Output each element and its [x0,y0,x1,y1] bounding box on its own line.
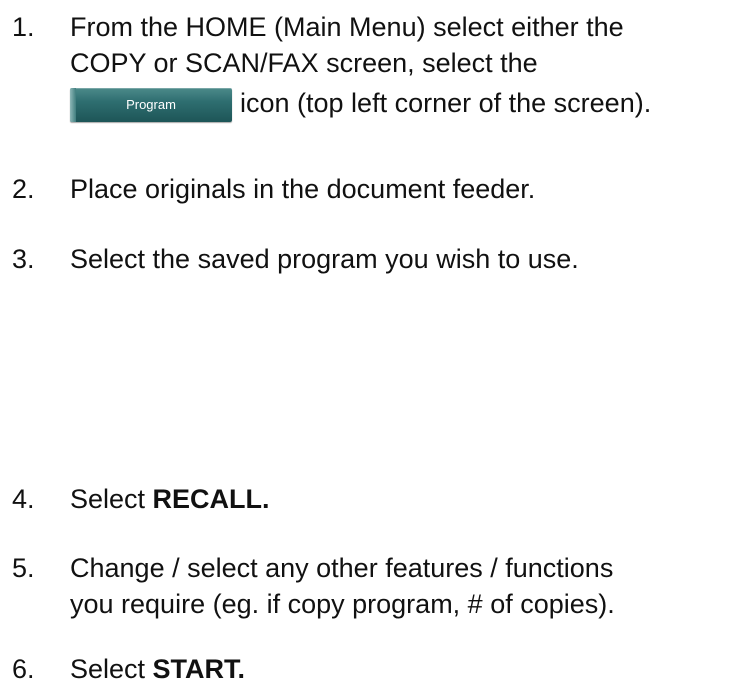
step-line: you require (eg. if copy program, # of c… [70,589,615,619]
step-line: Change / select any other features / fun… [70,553,614,583]
step-text: Change / select any other features / fun… [70,550,742,622]
step-line: From the HOME (Main Menu) select either … [70,12,624,42]
step-keyword: RECALL. [152,484,270,514]
step-text: Select RECALL. [70,481,742,517]
step-number: 4. [12,484,35,514]
step-number: 2. [12,174,35,204]
step-prefix: Select [70,484,153,514]
step-line: icon (top left corner of the screen). [240,88,652,118]
program-button-label: Program [126,96,176,112]
step-text: From the HOME (Main Menu) select either … [70,9,742,122]
step-number: 1. [12,12,35,42]
step-prefix: Select [70,654,153,684]
step-text: Place originals in the document feeder. [70,171,742,207]
step-line: Select START. [70,651,742,687]
step-text: Select the saved program you wish to use… [70,241,742,277]
step-line-with-icon: Program icon (top left corner of the scr… [70,85,742,122]
program-button-edge [70,87,76,122]
step-number: 6. [12,654,35,684]
program-button-icon: Program [70,87,232,122]
step-number: 5. [12,553,35,583]
step-line: COPY or SCAN/FAX screen, select the [70,48,538,78]
step-line: Select RECALL. [70,481,742,517]
step-text: Select START. [70,651,742,687]
step-line: Select the saved program you wish to use… [70,244,579,274]
step-number: 3. [12,244,35,274]
step-line: Place originals in the document feeder. [70,174,536,204]
step-keyword: START. [152,654,246,684]
